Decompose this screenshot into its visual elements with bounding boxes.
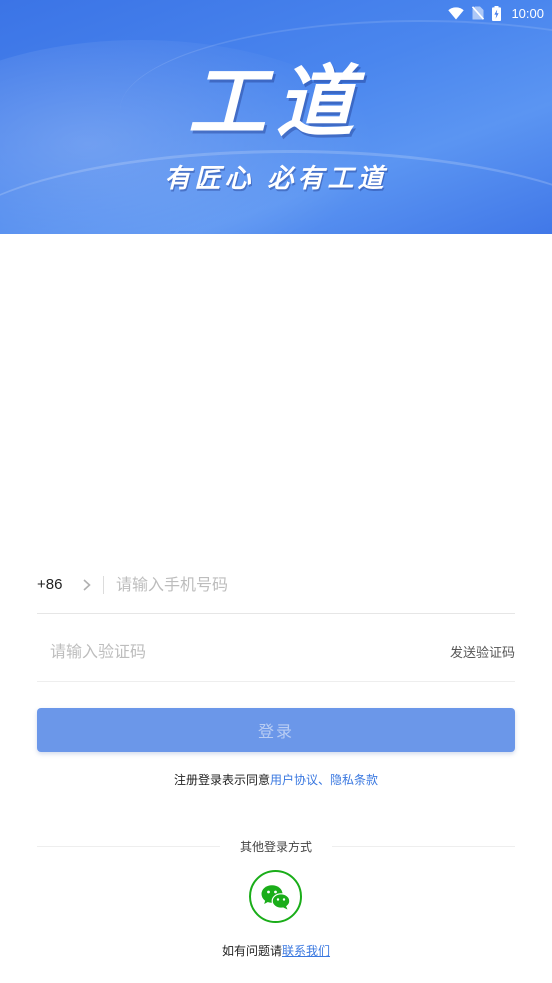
privacy-policy-link[interactable]: 隐私条款 xyxy=(330,773,378,787)
wifi-icon xyxy=(448,6,465,20)
login-button[interactable]: 登录 xyxy=(37,708,515,752)
country-code-selector[interactable]: +86 xyxy=(37,576,77,593)
wechat-icon xyxy=(261,884,290,909)
agreement-text: 注册登录表示同意用户协议、隐私条款 xyxy=(0,771,552,788)
brand-slogan: 有匠心 必有工道 xyxy=(164,164,388,194)
verification-code-row: 发送验证码 xyxy=(37,622,515,682)
brand-logo-title: 工道 xyxy=(187,57,364,148)
contact-us-link[interactable]: 联系我们 xyxy=(282,944,330,958)
send-code-button[interactable]: 发送验证码 xyxy=(450,642,515,661)
contact-prefix: 如有问题请 xyxy=(221,944,282,958)
other-login-title: 其他登录方式 xyxy=(239,840,312,854)
chevron-right-icon[interactable] xyxy=(81,578,93,592)
input-divider xyxy=(103,575,104,594)
phone-input-row: +86 xyxy=(37,556,515,614)
battery-charging-icon xyxy=(492,5,502,21)
user-agreement-link[interactable]: 用户协议 xyxy=(270,773,318,787)
verification-code-input[interactable] xyxy=(50,642,450,661)
status-time: 10:00 xyxy=(511,5,544,21)
contact-text: 如有问题请联系我们 xyxy=(0,942,552,959)
agreement-separator: 、 xyxy=(318,773,331,787)
agreement-prefix: 注册登录表示同意 xyxy=(173,773,270,787)
status-bar: 10:00 xyxy=(448,2,544,24)
phone-input[interactable] xyxy=(116,575,515,594)
header-banner: 10:00 工道 有匠心 必有工道 xyxy=(0,0,552,234)
wechat-login-button[interactable] xyxy=(249,870,302,923)
no-sim-icon xyxy=(472,6,485,20)
